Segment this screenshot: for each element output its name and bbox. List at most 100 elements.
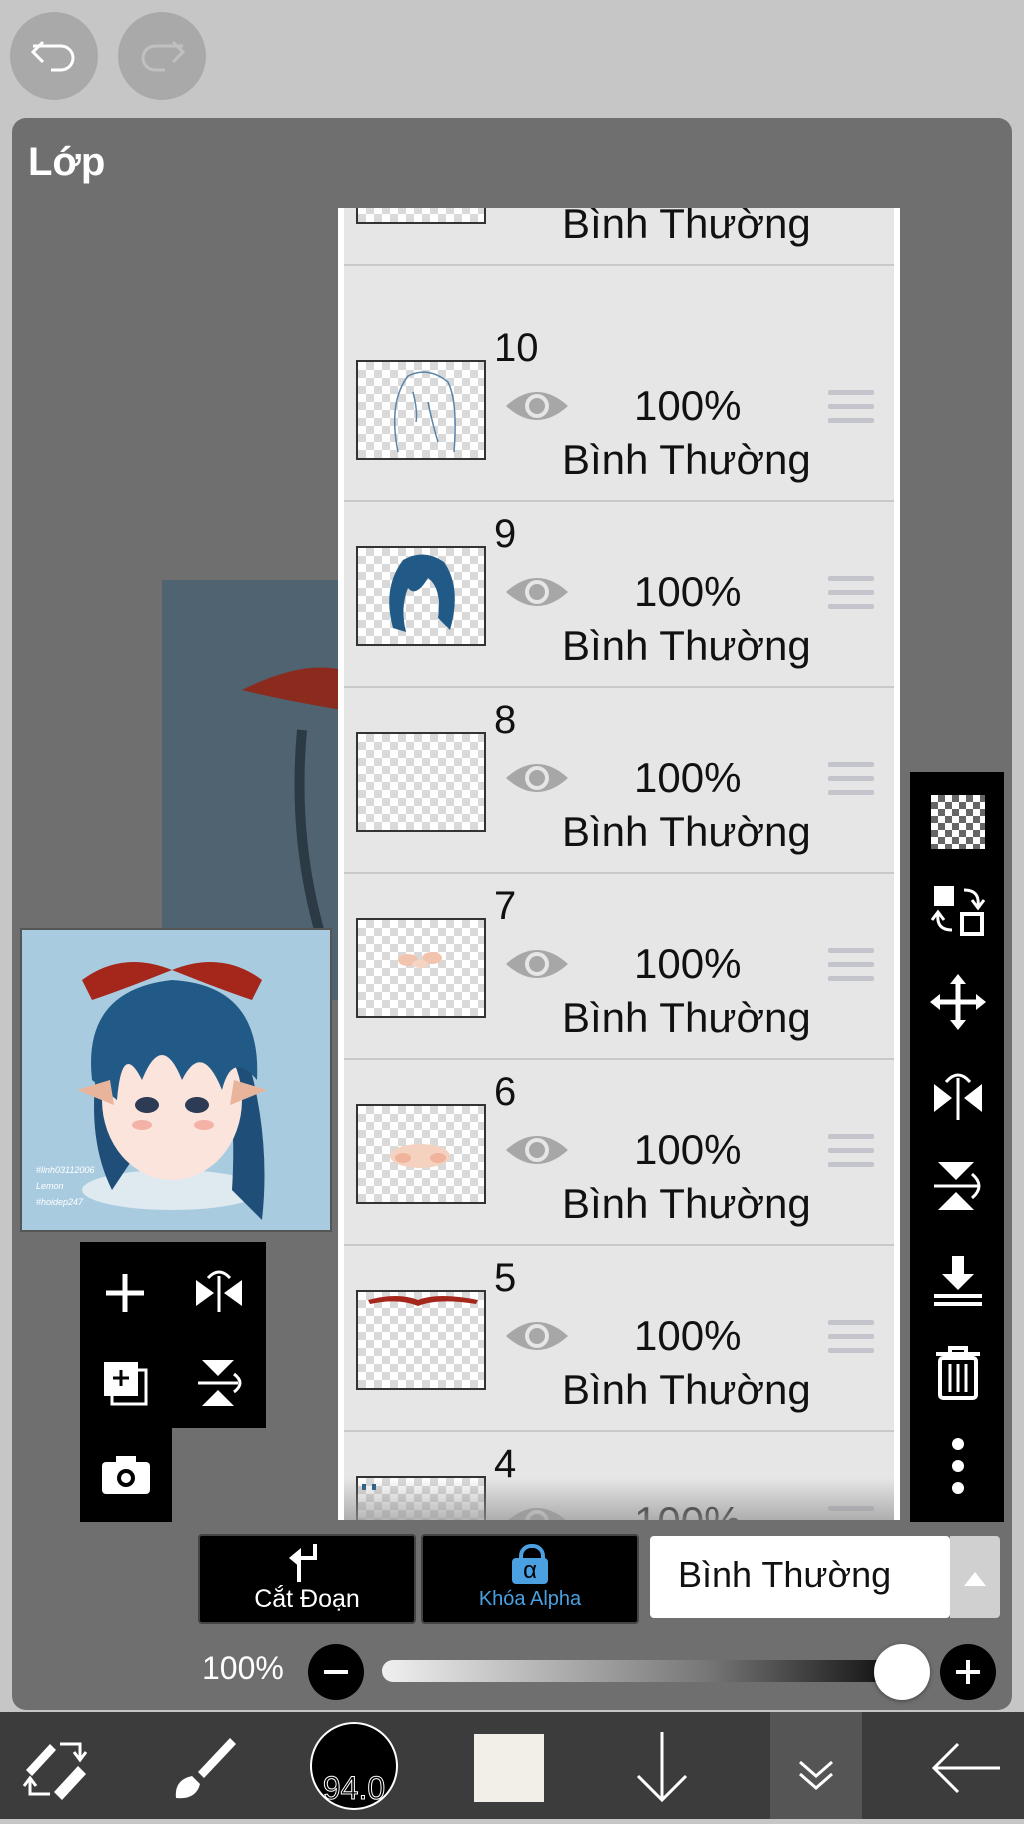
- opacity-increase-button[interactable]: [940, 1644, 996, 1700]
- watermark: #linh03112006 Lemon #hoidep247: [36, 1162, 94, 1210]
- layer-row[interactable]: 7 100% Bình Thường: [344, 874, 894, 1060]
- layer-opacity: 100%: [634, 382, 742, 429]
- layer-list-scroll[interactable]: 100%Bình Thường10100%Bình Thường9100%Bìn…: [344, 208, 894, 1520]
- layer-thumbnail[interactable]: [356, 918, 486, 1018]
- scroll-fade: [344, 1478, 894, 1520]
- current-color-swatch[interactable]: [474, 1734, 544, 1802]
- drag-handle-icon[interactable]: [828, 1320, 874, 1362]
- alpha-lock-button[interactable]: α Khóa Alpha: [421, 1534, 639, 1624]
- layer-opacity: 100%: [634, 568, 742, 615]
- alpha-lock-label: Khóa Alpha: [478, 1588, 582, 1610]
- layer-row[interactable]: 6 100% Bình Thường: [344, 1060, 894, 1246]
- alpha-glyph: α: [512, 1558, 548, 1584]
- trash-icon: [936, 1346, 980, 1400]
- redo-icon: [141, 40, 186, 72]
- drag-handle-icon[interactable]: [828, 948, 874, 990]
- clipping-button[interactable]: Cắt Đoạn: [198, 1534, 416, 1624]
- plus-icon: [956, 1660, 980, 1684]
- layer-opacity: 100%: [634, 940, 742, 987]
- visibility-eye-icon[interactable]: [504, 756, 570, 805]
- transparency-button[interactable]: [930, 794, 986, 850]
- layer-row[interactable]: 8 100% Bình Thường: [344, 688, 894, 874]
- brush-tool-button[interactable]: [170, 1732, 240, 1807]
- watermark-line: #linh03112006: [36, 1165, 95, 1175]
- duplicate-layer-button[interactable]: [100, 1358, 152, 1415]
- minus-icon: [324, 1670, 348, 1674]
- flip-horizontal-layer-button[interactable]: [192, 1266, 246, 1325]
- swap-layer-button[interactable]: [930, 882, 986, 938]
- merge-down-button[interactable]: [930, 1252, 986, 1308]
- opacity-slider-thumb[interactable]: [874, 1644, 930, 1700]
- flip-vertical-icon: [934, 1162, 981, 1210]
- right-tool-strip: [910, 772, 1004, 1522]
- merge-down-icon: [934, 1256, 982, 1306]
- visibility-eye-icon[interactable]: [504, 1314, 570, 1363]
- paintbrush-icon: [175, 1738, 236, 1799]
- layer-row[interactable]: 5 100% Bình Thường: [344, 1246, 894, 1432]
- brush-size-button[interactable]: 94.0: [310, 1722, 398, 1810]
- blend-mode-dropdown-button[interactable]: [950, 1536, 1000, 1618]
- layer-thumbnail[interactable]: [356, 546, 486, 646]
- add-layer-button[interactable]: [100, 1268, 150, 1323]
- drag-handle-icon[interactable]: [828, 576, 874, 618]
- layer-thumbnail[interactable]: [356, 360, 486, 460]
- flip-vertical-button[interactable]: [930, 1158, 986, 1214]
- undo-button[interactable]: [10, 12, 98, 100]
- clipping-label: Cắt Đoạn: [254, 1585, 360, 1613]
- layers-panel-toggle[interactable]: [770, 1712, 862, 1819]
- drag-handle-icon[interactable]: [828, 762, 874, 804]
- redo-button[interactable]: [118, 12, 206, 100]
- layer-number: 7: [494, 884, 517, 928]
- back-button[interactable]: [930, 1740, 1002, 1801]
- drag-handle-icon[interactable]: [828, 390, 874, 432]
- flip-horizontal-button[interactable]: [930, 1066, 986, 1122]
- layer-blend-mode: Bình Thường: [562, 994, 811, 1041]
- flip-horizontal-icon: [934, 1073, 982, 1120]
- opacity-label: 100%: [202, 1650, 284, 1686]
- visibility-eye-icon[interactable]: [504, 942, 570, 991]
- layer-thumbnail[interactable]: [356, 732, 486, 832]
- delete-layer-button[interactable]: [930, 1344, 986, 1400]
- plus-icon: [106, 1274, 144, 1312]
- transform-tool-button[interactable]: [20, 1734, 90, 1805]
- layer-row[interactable]: 10 100% Bình Thường: [344, 316, 894, 502]
- blend-mode-select[interactable]: Bình Thường: [650, 1536, 950, 1618]
- visibility-eye-icon[interactable]: [504, 570, 570, 619]
- move-icon: [930, 974, 986, 1030]
- more-vertical-icon: [952, 1438, 964, 1494]
- layer-list[interactable]: 100%Bình Thường10100%Bình Thường9100%Bìn…: [338, 208, 900, 1520]
- layer-number: 5: [494, 1256, 517, 1300]
- flip-horizontal-icon: [196, 1270, 242, 1312]
- layer-blend-mode: Bình Thường: [562, 622, 811, 669]
- opacity-decrease-button[interactable]: [308, 1644, 364, 1700]
- layer-blend-mode: Bình Thường: [562, 208, 811, 247]
- layer-opacity: 100%: [634, 754, 742, 801]
- move-layer-button[interactable]: [930, 974, 986, 1030]
- layer-thumbnail[interactable]: [356, 1290, 486, 1390]
- layer-thumbnail[interactable]: [356, 1104, 486, 1204]
- layer-down-button[interactable]: [632, 1730, 692, 1809]
- more-options-button[interactable]: [930, 1438, 986, 1494]
- brush-eraser-swap-icon: [22, 1742, 88, 1800]
- visibility-eye-icon[interactable]: [504, 384, 570, 433]
- visibility-eye-icon[interactable]: [504, 1128, 570, 1177]
- layer-row[interactable]: 100%Bình Thường: [344, 208, 894, 266]
- watermark-line: #hoidep247: [36, 1197, 84, 1207]
- blend-mode-label: Bình Thường: [678, 1554, 892, 1595]
- flip-vertical-layer-button[interactable]: [192, 1356, 246, 1415]
- layer-blend-mode: Bình Thường: [562, 1180, 811, 1227]
- layer-row[interactable]: 9 100% Bình Thường: [344, 502, 894, 688]
- canvas-preview[interactable]: #linh03112006 Lemon #hoidep247: [20, 928, 332, 1232]
- undo-icon: [30, 40, 75, 72]
- opacity-slider-track[interactable]: [382, 1660, 922, 1682]
- camera-button[interactable]: [100, 1450, 152, 1503]
- layer-thumbnail[interactable]: [356, 208, 486, 224]
- layer-number: 8: [494, 698, 517, 742]
- double-chevron-down-icon: [799, 1760, 833, 1790]
- layer-number: 10: [494, 326, 539, 370]
- layer-blend-mode: Bình Thường: [562, 1366, 811, 1413]
- layer-opacity: 100%: [634, 1126, 742, 1173]
- drag-handle-icon[interactable]: [828, 1134, 874, 1176]
- clipping-arrow-icon: [289, 1544, 317, 1582]
- duplicate-layer-icon: [104, 1362, 148, 1406]
